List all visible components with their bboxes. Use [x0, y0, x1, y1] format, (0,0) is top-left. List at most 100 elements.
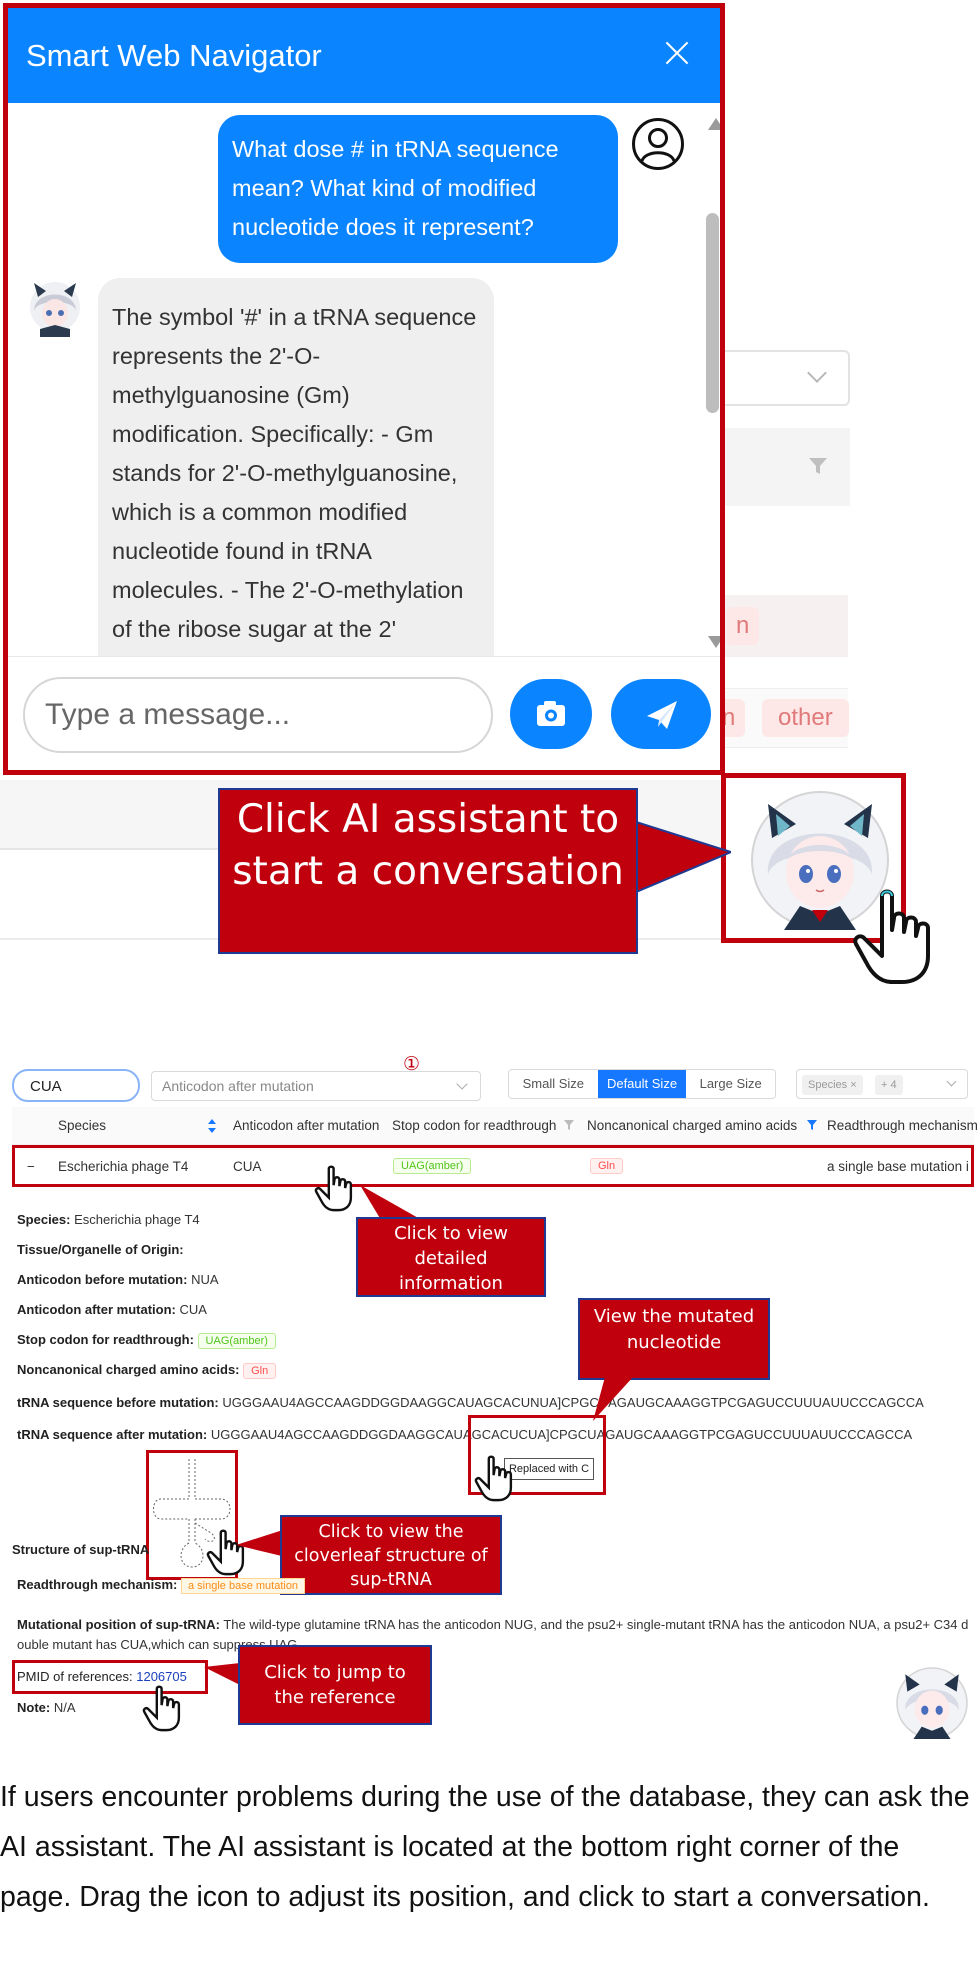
detail-anticodon-after: Anticodon after mutation: CUA — [17, 1302, 207, 1317]
callout-jump-reference: Click to jump to the reference — [238, 1645, 432, 1725]
filter-tag[interactable]: Species × — [802, 1075, 863, 1095]
detail-value: a single base mutation — [180, 1578, 306, 1594]
scrollbar[interactable] — [703, 118, 720, 648]
column-select-value: Anticodon after mutation — [162, 1078, 314, 1094]
detail-label: Tissue/Organelle of Origin: — [17, 1242, 184, 1257]
column-select[interactable]: Anticodon after mutation — [151, 1071, 481, 1101]
detail-structure-label: Structure of sup-tRNA — [12, 1542, 149, 1557]
filter-tag-label: Species — [808, 1079, 848, 1091]
detail-value: UGGGAAU4AGCCAAGDDGGDAAGGCAUAGCACUNUA]CPG… — [222, 1395, 924, 1410]
filter-icon[interactable] — [808, 457, 828, 475]
column-header-amino-acids[interactable]: Noncanonical charged amino acids — [587, 1118, 797, 1133]
caption-text: If users encounter problems during the u… — [0, 1781, 970, 1913]
column-header-stop-codon[interactable]: Stop codon for readthrough — [392, 1118, 556, 1133]
table-screenshot: ① CUA Anticodon after mutation Small Siz… — [8, 1045, 978, 1740]
detail-label: Species: — [17, 1212, 71, 1227]
column-header-mechanism[interactable]: Readthrough mechanism — [827, 1118, 978, 1133]
detail-label: tRNA sequence after mutation: — [17, 1427, 208, 1442]
detail-species: Species: Escherichia phage T4 — [17, 1212, 200, 1227]
chevron-down-icon — [456, 1078, 468, 1090]
scroll-down-arrow-icon[interactable] — [708, 636, 720, 648]
cell-mechanism: a single base mutation in — [827, 1159, 969, 1174]
size-small-button[interactable]: Small Size — [509, 1070, 598, 1098]
detail-readthrough: Readthrough mechanism: a single base mut… — [17, 1577, 306, 1594]
detail-value: N/A — [53, 1700, 76, 1715]
user-message: What dose # in tRNA sequence mean? What … — [218, 115, 618, 263]
detail-label: Mutational position of sup-tRNA: — [17, 1617, 220, 1632]
close-icon[interactable] — [664, 40, 690, 66]
camera-icon — [537, 701, 565, 726]
user-icon — [632, 118, 684, 170]
callout-view-cloverleaf: Click to view the cloverleaf structure o… — [280, 1515, 502, 1595]
message-composer — [8, 656, 720, 770]
detail-label: tRNA sequence before mutation: — [17, 1395, 219, 1410]
pmid-link[interactable]: 1206705 — [136, 1669, 187, 1684]
detail-seq-before: tRNA sequence before mutation: UGGGAAU4A… — [17, 1395, 924, 1410]
column-header-species[interactable]: Species — [58, 1118, 106, 1133]
callout-view-mutated: View the mutated nucleotide — [578, 1298, 770, 1380]
detail-value: Gln — [243, 1363, 277, 1379]
detail-amino-acid: Noncanonical charged amino acids: Gln — [17, 1362, 277, 1379]
scroll-up-arrow-icon[interactable] — [708, 118, 720, 130]
detail-label: Anticodon after mutation: — [17, 1302, 176, 1317]
search-input[interactable]: CUA — [12, 1069, 140, 1102]
callout-pointer — [204, 1663, 240, 1685]
cell-species: Escherichia phage T4 — [58, 1159, 189, 1174]
message-input[interactable] — [23, 677, 493, 753]
detail-label: Anticodon before mutation: — [17, 1272, 188, 1287]
detail-label: Note: — [17, 1700, 51, 1715]
detail-stop-codon: Stop codon for readthrough: UAG(amber) — [17, 1332, 276, 1349]
hand-cursor-icon — [474, 1455, 513, 1502]
hand-cursor-icon — [314, 1165, 353, 1212]
hand-cursor-icon — [853, 889, 930, 984]
table-header: Species Anticodon after mutation Stop co… — [12, 1107, 978, 1145]
hand-cursor-icon — [142, 1685, 181, 1732]
chat-title: Smart Web Navigator — [26, 38, 322, 73]
detail-label: Noncanonical charged amino acids: — [17, 1362, 240, 1377]
ai-assistant-avatar — [30, 282, 80, 337]
size-large-button[interactable]: Large Size — [686, 1070, 775, 1098]
assistant-message: The symbol '#' in a tRNA sequence repres… — [98, 278, 494, 678]
send-button[interactable] — [611, 679, 711, 749]
background-pill: n — [726, 607, 760, 645]
callout-start-conversation: Click AI assistant to start a conversati… — [218, 788, 638, 954]
cell-amino-acid: Gln — [590, 1158, 624, 1174]
cell-stop-codon: UAG(amber) — [393, 1158, 472, 1174]
size-default-button[interactable]: Default Size — [597, 1070, 687, 1098]
detail-tissue: Tissue/Organelle of Origin: — [17, 1242, 184, 1257]
filter-more-tag: + 4 — [875, 1075, 903, 1095]
detail-value: The wild-type glutamine tRNA has the ant… — [223, 1617, 969, 1632]
callout-pointer — [636, 820, 731, 894]
detail-pmid: PMID of references: 1206705 — [17, 1669, 187, 1684]
callout-pointer — [236, 1529, 286, 1557]
callout-view-detail: Click to view detailed information — [356, 1217, 546, 1297]
cell-anticodon: CUA — [233, 1159, 262, 1174]
size-toggle[interactable]: Small Size Default Size Large Size — [508, 1069, 776, 1099]
detail-mutational-position: Mutational position of sup-tRNA: The wil… — [17, 1617, 968, 1632]
filter-icon[interactable] — [807, 1120, 817, 1130]
sort-icon[interactable] — [208, 1119, 216, 1133]
ai-assistant-avatar[interactable] — [896, 1667, 968, 1739]
collapse-icon[interactable]: − — [27, 1159, 35, 1174]
detail-label: Readthrough mechanism: — [17, 1577, 178, 1592]
detail-label: PMID of references: — [17, 1669, 133, 1684]
detail-value: NUA — [191, 1272, 219, 1287]
detail-value: Escherichia phage T4 — [74, 1212, 200, 1227]
chevron-down-icon — [807, 363, 827, 383]
chat-window: Smart Web Navigator What dose # in tRNA … — [3, 3, 725, 775]
table-row[interactable]: − Escherichia phage T4 CUA UAG(amber) Gl… — [12, 1145, 974, 1187]
detail-value: UAG(amber) — [197, 1333, 276, 1349]
detail-value: CUA — [179, 1302, 207, 1317]
species-filter-select[interactable]: Species × + 4 — [796, 1069, 968, 1099]
background-pill-other: other — [762, 699, 849, 737]
column-header-anticodon[interactable]: Anticodon after mutation — [233, 1118, 379, 1133]
chat-header: Smart Web Navigator — [8, 8, 720, 103]
detail-label: Stop codon for readthrough: — [17, 1332, 194, 1347]
detail-anticodon-before: Anticodon before mutation: NUA — [17, 1272, 219, 1287]
detail-label: Structure of sup-tRNA — [12, 1542, 150, 1557]
detail-seq-after: tRNA sequence after mutation: UGGGAAU4AG… — [17, 1427, 912, 1442]
camera-button[interactable] — [510, 679, 592, 749]
filter-icon[interactable] — [564, 1120, 574, 1130]
scroll-thumb[interactable] — [706, 213, 719, 413]
chevron-down-icon — [946, 1076, 957, 1087]
